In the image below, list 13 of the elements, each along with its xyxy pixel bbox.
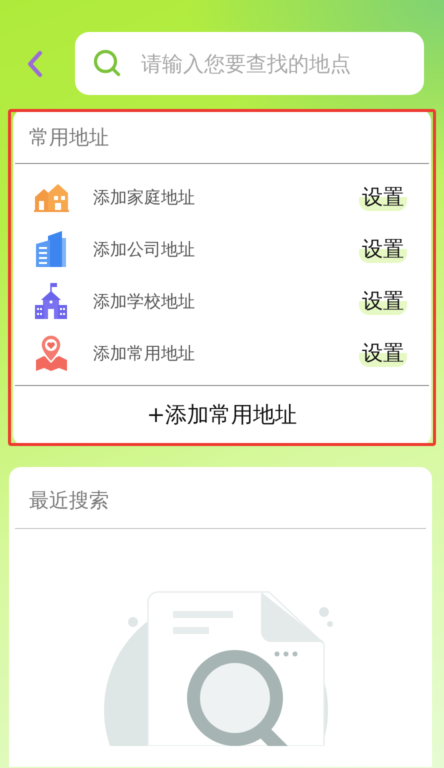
address-label: 添加学校地址 (93, 290, 196, 312)
houses-icon (33, 181, 69, 213)
search-icon (93, 49, 121, 77)
address-label: 添加家庭地址 (93, 186, 196, 208)
address-label: 添加公司地址 (93, 238, 196, 260)
section-title: 常用地址 (28, 124, 110, 151)
add-address-button[interactable]: +添加常用地址 (15, 386, 429, 446)
search-field[interactable]: 请输入您要查找的地点 (75, 32, 424, 95)
school-icon (34, 282, 68, 320)
section-title: 最近搜索 (28, 487, 110, 514)
address-label: 添加常用地址 (93, 342, 196, 364)
map-pin-icon (34, 334, 68, 372)
office-building-icon (34, 230, 68, 268)
